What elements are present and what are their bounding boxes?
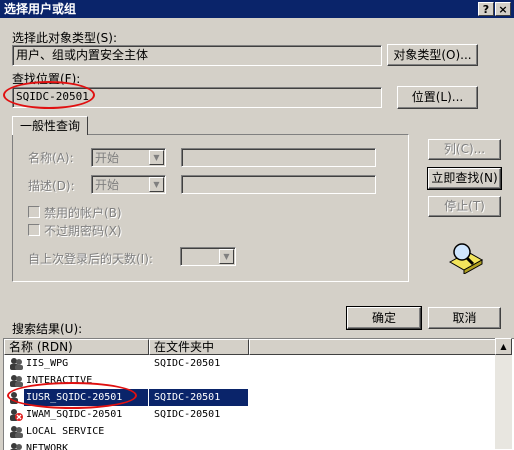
table-row[interactable]: IIS_WPG SQIDC-20501 <box>4 355 496 372</box>
table-row[interactable]: LOCAL SERVICE <box>4 423 496 440</box>
disabled-accounts-checkbox[interactable] <box>28 206 40 218</box>
object-types-button[interactable]: 对象类型(O)... <box>387 44 478 66</box>
name-mode-value: 开始 <box>95 151 120 165</box>
table-row[interactable]: INTERACTIVE <box>4 372 496 389</box>
search-results-list[interactable]: 名称 (RDN) 在文件夹中 IIS_WPG SQIDC-20501 INTERAC… <box>3 338 514 450</box>
description-input[interactable] <box>181 175 376 194</box>
window-title: 选择用户或组 <box>4 2 77 16</box>
object-type-field: 用户、组或内置安全主体 <box>12 45 382 66</box>
column-header-folder[interactable]: 在文件夹中 <box>149 339 249 355</box>
group-icon <box>10 375 23 387</box>
disabled-accounts-label: 禁用的帐户(B) <box>44 206 122 220</box>
cancel-button[interactable]: 取消 <box>428 307 501 329</box>
days-since-logon-label: 自上次登录后的天数(I): <box>28 252 153 266</box>
column-header-filler <box>249 339 499 355</box>
cell-name: IIS_WPG <box>26 358 69 369</box>
chevron-down-icon: ▼ <box>149 177 164 192</box>
description-mode-value: 开始 <box>95 178 120 192</box>
days-since-logon-combo[interactable]: ▼ <box>180 247 236 266</box>
group-icon <box>10 358 23 370</box>
cell-folder: SQIDC-20501 <box>154 409 221 420</box>
cell-folder <box>149 423 248 440</box>
table-row[interactable]: IUSR_SQIDC-20501 SQIDC-20501 <box>4 389 496 406</box>
user-icon <box>10 392 18 404</box>
ok-button[interactable]: 确定 <box>346 306 422 330</box>
results-scrollbar[interactable]: ▲ <box>495 338 512 449</box>
description-label: 描述(D): <box>28 179 75 193</box>
object-type-label: 选择此对象类型(S): <box>12 31 118 45</box>
title-bar[interactable]: 选择用户或组 ? × <box>0 0 514 18</box>
cell-folder <box>149 372 248 389</box>
group-icon <box>10 426 23 438</box>
scroll-up-icon[interactable]: ▲ <box>495 338 512 355</box>
help-button[interactable]: ? <box>478 2 494 16</box>
tab-common-queries[interactable]: 一般性查询 <box>12 116 88 135</box>
table-row[interactable]: IWAM_SQIDC-20501 SQIDC-20501 <box>4 406 496 423</box>
description-mode-combo[interactable]: 开始 ▼ <box>91 175 166 194</box>
chevron-down-icon: ▼ <box>149 150 164 165</box>
cell-name: LOCAL SERVICE <box>26 426 105 437</box>
name-label: 名称(A): <box>28 151 74 165</box>
search-results-label: 搜索结果(U): <box>12 322 83 336</box>
stop-button[interactable]: 停止(T) <box>428 196 501 217</box>
close-button[interactable]: × <box>495 2 511 16</box>
name-mode-combo[interactable]: 开始 ▼ <box>91 148 166 167</box>
name-input[interactable] <box>181 148 376 167</box>
search-magnifier-icon <box>448 243 484 274</box>
columns-button[interactable]: 列(C)... <box>428 139 501 160</box>
non-expiring-password-checkbox[interactable] <box>28 224 40 236</box>
non-expiring-password-label: 不过期密码(X) <box>44 224 122 238</box>
cell-name: IWAM_SQIDC-20501 <box>26 409 123 420</box>
cell-name: INTERACTIVE <box>26 375 93 386</box>
locations-button[interactable]: 位置(L)... <box>397 86 478 109</box>
chevron-down-icon: ▼ <box>219 249 234 264</box>
cell-folder: SQIDC-20501 <box>154 358 221 369</box>
disabled-user-icon <box>10 409 23 421</box>
location-label: 查找位置(F): <box>12 72 81 86</box>
cell-name: IUSR_SQIDC-20501 <box>24 389 148 406</box>
column-header-name[interactable]: 名称 (RDN) <box>4 339 149 355</box>
find-now-button[interactable]: 立即查找(N) <box>427 167 502 190</box>
cell-folder: SQIDC-20501 <box>149 389 248 406</box>
location-field: SQIDC-20501 <box>12 87 382 108</box>
